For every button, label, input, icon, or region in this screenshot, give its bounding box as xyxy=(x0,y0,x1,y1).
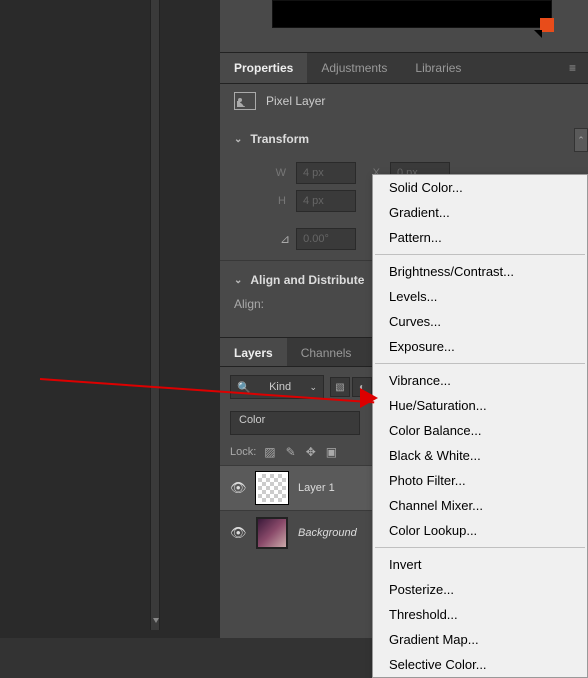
menu-item-color-balance[interactable]: Color Balance... xyxy=(373,418,587,443)
canvas-scrollbar[interactable] xyxy=(150,0,160,630)
layer-type-label: Pixel Layer xyxy=(266,94,325,108)
width-label: W xyxy=(272,167,286,179)
layer-name[interactable]: Layer 1 xyxy=(298,482,335,494)
chevron-down-icon: ⌄ xyxy=(234,275,242,286)
document-preview xyxy=(272,0,552,28)
transform-header[interactable]: ⌄ Transform xyxy=(220,122,588,152)
adjustment-layer-menu: Solid Color...Gradient...Pattern... Brigh… xyxy=(372,174,588,678)
width-input[interactable] xyxy=(296,162,356,184)
menu-item-brightness-contrast[interactable]: Brightness/Contrast... xyxy=(373,259,587,284)
transform-title: Transform xyxy=(250,132,309,146)
menu-separator xyxy=(375,254,585,255)
menu-item-channel-mixer[interactable]: Channel Mixer... xyxy=(373,493,587,518)
menu-item-threshold[interactable]: Threshold... xyxy=(373,602,587,627)
menu-item-hue-saturation[interactable]: Hue/Saturation... xyxy=(373,393,587,418)
menu-item-curves[interactable]: Curves... xyxy=(373,309,587,334)
layer-thumbnail[interactable] xyxy=(256,517,288,549)
lock-label: Lock: xyxy=(230,446,256,458)
layer-type-row: Pixel Layer xyxy=(220,84,588,122)
angle-input[interactable] xyxy=(296,228,356,250)
menu-item-levels[interactable]: Levels... xyxy=(373,284,587,309)
chevron-down-icon: ⌄ xyxy=(309,382,317,393)
menu-item-selective-color[interactable]: Selective Color... xyxy=(373,652,587,677)
section-scroll-up[interactable]: ⌃ xyxy=(574,128,588,152)
tab-libraries[interactable]: Libraries xyxy=(401,53,475,83)
menu-item-black-white[interactable]: Black & White... xyxy=(373,443,587,468)
angle-icon: ⊿ xyxy=(280,232,290,246)
menu-item-invert[interactable]: Invert xyxy=(373,552,587,577)
search-icon: 🔍 xyxy=(237,381,251,394)
tab-adjustments[interactable]: Adjustments xyxy=(307,53,401,83)
panel-menu-icon[interactable]: ≡ xyxy=(559,53,588,83)
menu-item-gradient[interactable]: Gradient... xyxy=(373,200,587,225)
canvas-area xyxy=(0,0,220,638)
align-label: Align: xyxy=(234,297,264,311)
lock-brush-icon[interactable]: ✎ xyxy=(286,445,296,459)
filter-adjust-icon[interactable]: ◐ xyxy=(352,377,372,397)
lock-position-icon[interactable]: ✥ xyxy=(306,445,316,459)
menu-item-exposure[interactable]: Exposure... xyxy=(373,334,587,359)
color-swatch[interactable] xyxy=(540,18,554,32)
filter-kind-select[interactable]: 🔍 Kind ⌄ xyxy=(230,375,324,399)
chevron-down-icon: ⌄ xyxy=(234,134,242,145)
menu-item-photo-filter[interactable]: Photo Filter... xyxy=(373,468,587,493)
filter-pixel-icon[interactable]: ▧ xyxy=(330,377,350,397)
pixel-layer-icon xyxy=(234,92,256,110)
visibility-icon[interactable]: 👁 xyxy=(230,480,246,496)
menu-item-solid-color[interactable]: Solid Color... xyxy=(373,175,587,200)
panel-tabs: Properties Adjustments Libraries ≡ xyxy=(220,52,588,84)
menu-item-vibrance[interactable]: Vibrance... xyxy=(373,368,587,393)
height-input[interactable] xyxy=(296,190,356,212)
align-title: Align and Distribute xyxy=(250,273,364,287)
menu-item-posterize[interactable]: Posterize... xyxy=(373,577,587,602)
lock-transparent-icon[interactable]: ▨ xyxy=(264,445,275,459)
menu-item-pattern[interactable]: Pattern... xyxy=(373,225,587,250)
tab-layers[interactable]: Layers xyxy=(220,338,287,366)
menu-separator xyxy=(375,363,585,364)
height-label: H xyxy=(272,195,286,207)
visibility-icon[interactable]: 👁 xyxy=(230,525,246,541)
menu-item-gradient-map[interactable]: Gradient Map... xyxy=(373,627,587,652)
layer-thumbnail[interactable] xyxy=(256,472,288,504)
layer-name[interactable]: Background xyxy=(298,527,357,539)
tab-properties[interactable]: Properties xyxy=(220,53,307,83)
lock-artboard-icon[interactable]: ▣ xyxy=(326,445,337,459)
tab-channels[interactable]: Channels xyxy=(287,338,366,366)
menu-separator xyxy=(375,547,585,548)
blend-mode-select[interactable]: Color xyxy=(230,411,360,435)
menu-item-color-lookup[interactable]: Color Lookup... xyxy=(373,518,587,543)
